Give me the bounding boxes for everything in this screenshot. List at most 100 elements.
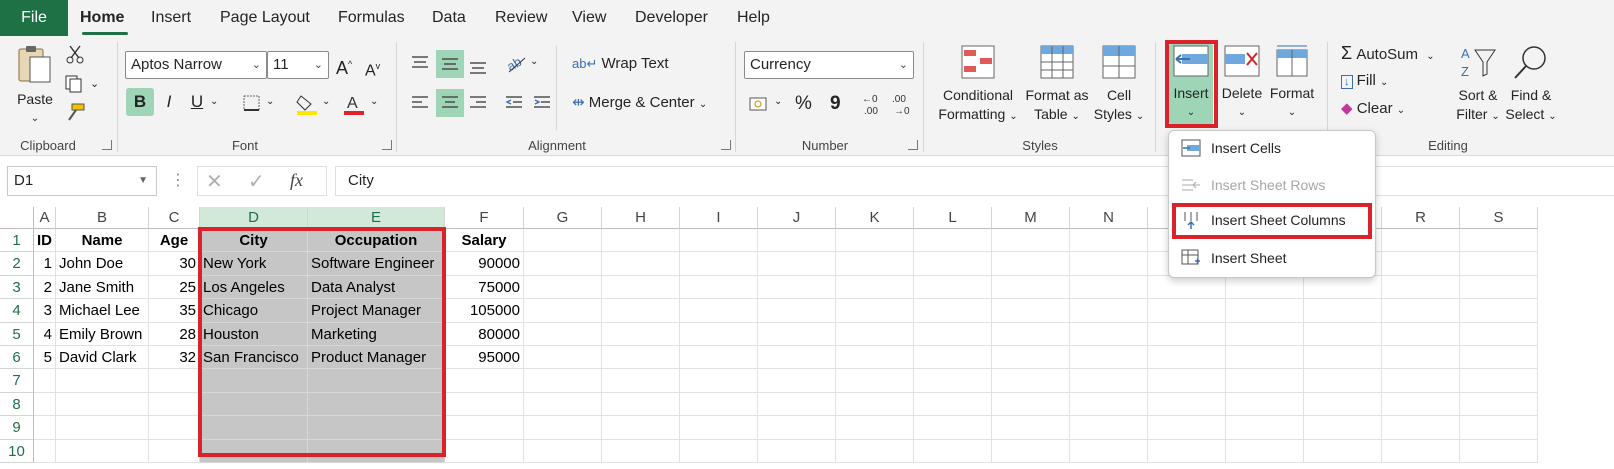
cell-l5[interactable] <box>914 322 992 346</box>
cell-i6[interactable] <box>680 346 758 370</box>
font-launcher-icon[interactable] <box>382 140 392 150</box>
paste-button[interactable]: Paste ⌄ <box>10 44 60 128</box>
cell-k6[interactable] <box>836 346 914 370</box>
cell-j7[interactable] <box>758 369 836 393</box>
percent-button[interactable]: % <box>795 92 812 116</box>
cell-l3[interactable] <box>914 275 992 300</box>
cell-m4[interactable] <box>992 299 1070 323</box>
cell-m5[interactable] <box>992 322 1070 346</box>
cell-c10[interactable] <box>149 439 200 463</box>
cell-j6[interactable] <box>758 346 836 370</box>
row-header-4[interactable]: 4 <box>0 299 34 323</box>
cell-l1[interactable] <box>914 229 992 253</box>
cell-f9[interactable] <box>445 416 524 440</box>
number-format-dropdown[interactable]: Currency ⌄ <box>744 51 914 79</box>
cell-h2[interactable] <box>602 252 680 276</box>
cell-a2[interactable]: 1 <box>34 252 56 276</box>
cell-q7[interactable] <box>1304 369 1382 393</box>
cell-s2[interactable] <box>1460 252 1538 276</box>
cell-c9[interactable] <box>149 416 200 440</box>
align-left-icon[interactable] <box>410 94 430 112</box>
cell-q3[interactable] <box>1304 275 1382 300</box>
clipboard-launcher-icon[interactable] <box>102 140 112 150</box>
cell-q10[interactable] <box>1304 439 1382 463</box>
cell-o4[interactable] <box>1148 299 1226 323</box>
menu-item-insert-cells[interactable]: Insert Cells <box>1169 131 1375 165</box>
cell-r4[interactable] <box>1382 299 1460 323</box>
underline-dropdown-icon[interactable]: ⌄ <box>210 90 218 114</box>
cell-l10[interactable] <box>914 439 992 463</box>
tab-home[interactable]: Home <box>80 0 124 36</box>
column-header-n[interactable]: N <box>1070 207 1148 229</box>
tab-view[interactable]: View <box>572 0 606 36</box>
cell-b7[interactable] <box>56 369 149 393</box>
column-header-i[interactable]: I <box>680 207 758 229</box>
cell-g5[interactable] <box>524 322 602 346</box>
column-header-g[interactable]: G <box>524 207 602 229</box>
cell-h5[interactable] <box>602 322 680 346</box>
cell-l4[interactable] <box>914 299 992 323</box>
tab-data[interactable]: Data <box>432 0 466 36</box>
cell-f1[interactable]: Salary <box>445 229 524 253</box>
cell-r5[interactable] <box>1382 322 1460 346</box>
cell-l8[interactable] <box>914 392 992 417</box>
column-header-s[interactable]: S <box>1460 207 1538 229</box>
column-header-b[interactable]: B <box>56 207 149 229</box>
middle-align-button[interactable] <box>436 50 464 78</box>
cell-m3[interactable] <box>992 275 1070 300</box>
cell-a7[interactable] <box>34 369 56 393</box>
cell-m7[interactable] <box>992 369 1070 393</box>
comma-style-button[interactable]: 9 <box>830 92 841 116</box>
cell-c7[interactable] <box>149 369 200 393</box>
font-color-dropdown-icon[interactable]: ⌄ <box>370 90 378 114</box>
cell-p9[interactable] <box>1226 416 1304 440</box>
cell-r8[interactable] <box>1382 392 1460 417</box>
copy-dropdown-icon[interactable]: ⌄ <box>90 72 99 96</box>
cell-k5[interactable] <box>836 322 914 346</box>
cell-c1[interactable]: Age <box>149 229 200 253</box>
cell-g7[interactable] <box>524 369 602 393</box>
cell-n7[interactable] <box>1070 369 1148 393</box>
top-align-icon[interactable] <box>410 54 430 72</box>
cell-m2[interactable] <box>992 252 1070 276</box>
cell-j1[interactable] <box>758 229 836 253</box>
cell-i4[interactable] <box>680 299 758 323</box>
fill-button[interactable]: ↓ Fill ⌄ <box>1341 69 1388 95</box>
cell-h7[interactable] <box>602 369 680 393</box>
cell-p8[interactable] <box>1226 392 1304 417</box>
cell-b3[interactable]: Jane Smith <box>56 275 149 300</box>
cell-b8[interactable] <box>56 392 149 417</box>
cell-o10[interactable] <box>1148 439 1226 463</box>
cell-l7[interactable] <box>914 369 992 393</box>
cell-l6[interactable] <box>914 346 992 370</box>
cell-n2[interactable] <box>1070 252 1148 276</box>
cell-b5[interactable]: Emily Brown <box>56 322 149 346</box>
column-header-m[interactable]: M <box>992 207 1070 229</box>
cell-h3[interactable] <box>602 275 680 300</box>
cell-m10[interactable] <box>992 439 1070 463</box>
insert-function-button[interactable]: fx <box>290 170 303 191</box>
cell-j9[interactable] <box>758 416 836 440</box>
cell-h9[interactable] <box>602 416 680 440</box>
cell-f5[interactable]: 80000 <box>445 322 524 346</box>
cell-k2[interactable] <box>836 252 914 276</box>
cell-r1[interactable] <box>1382 229 1460 253</box>
clear-button[interactable]: ◆ Clear ⌄ <box>1341 97 1405 123</box>
cell-i9[interactable] <box>680 416 758 440</box>
cell-s9[interactable] <box>1460 416 1538 440</box>
cell-k1[interactable] <box>836 229 914 253</box>
cell-b1[interactable]: Name <box>56 229 149 253</box>
increase-font-size-button[interactable]: A^ <box>336 52 352 80</box>
cell-q6[interactable] <box>1304 346 1382 370</box>
column-header-j[interactable]: J <box>758 207 836 229</box>
font-name-dropdown[interactable]: Aptos Narrow ⌄ <box>125 51 267 79</box>
tab-help[interactable]: Help <box>737 0 770 36</box>
format-as-table-button[interactable]: Format as Table ⌄ <box>1024 44 1090 126</box>
cell-g4[interactable] <box>524 299 602 323</box>
sort-filter-button[interactable]: AZ Sort & Filter ⌄ <box>1452 44 1504 126</box>
cell-k10[interactable] <box>836 439 914 463</box>
cell-f8[interactable] <box>445 392 524 417</box>
cell-c5[interactable]: 28 <box>149 322 200 346</box>
tab-file[interactable]: File <box>0 0 68 36</box>
cell-p4[interactable] <box>1226 299 1304 323</box>
